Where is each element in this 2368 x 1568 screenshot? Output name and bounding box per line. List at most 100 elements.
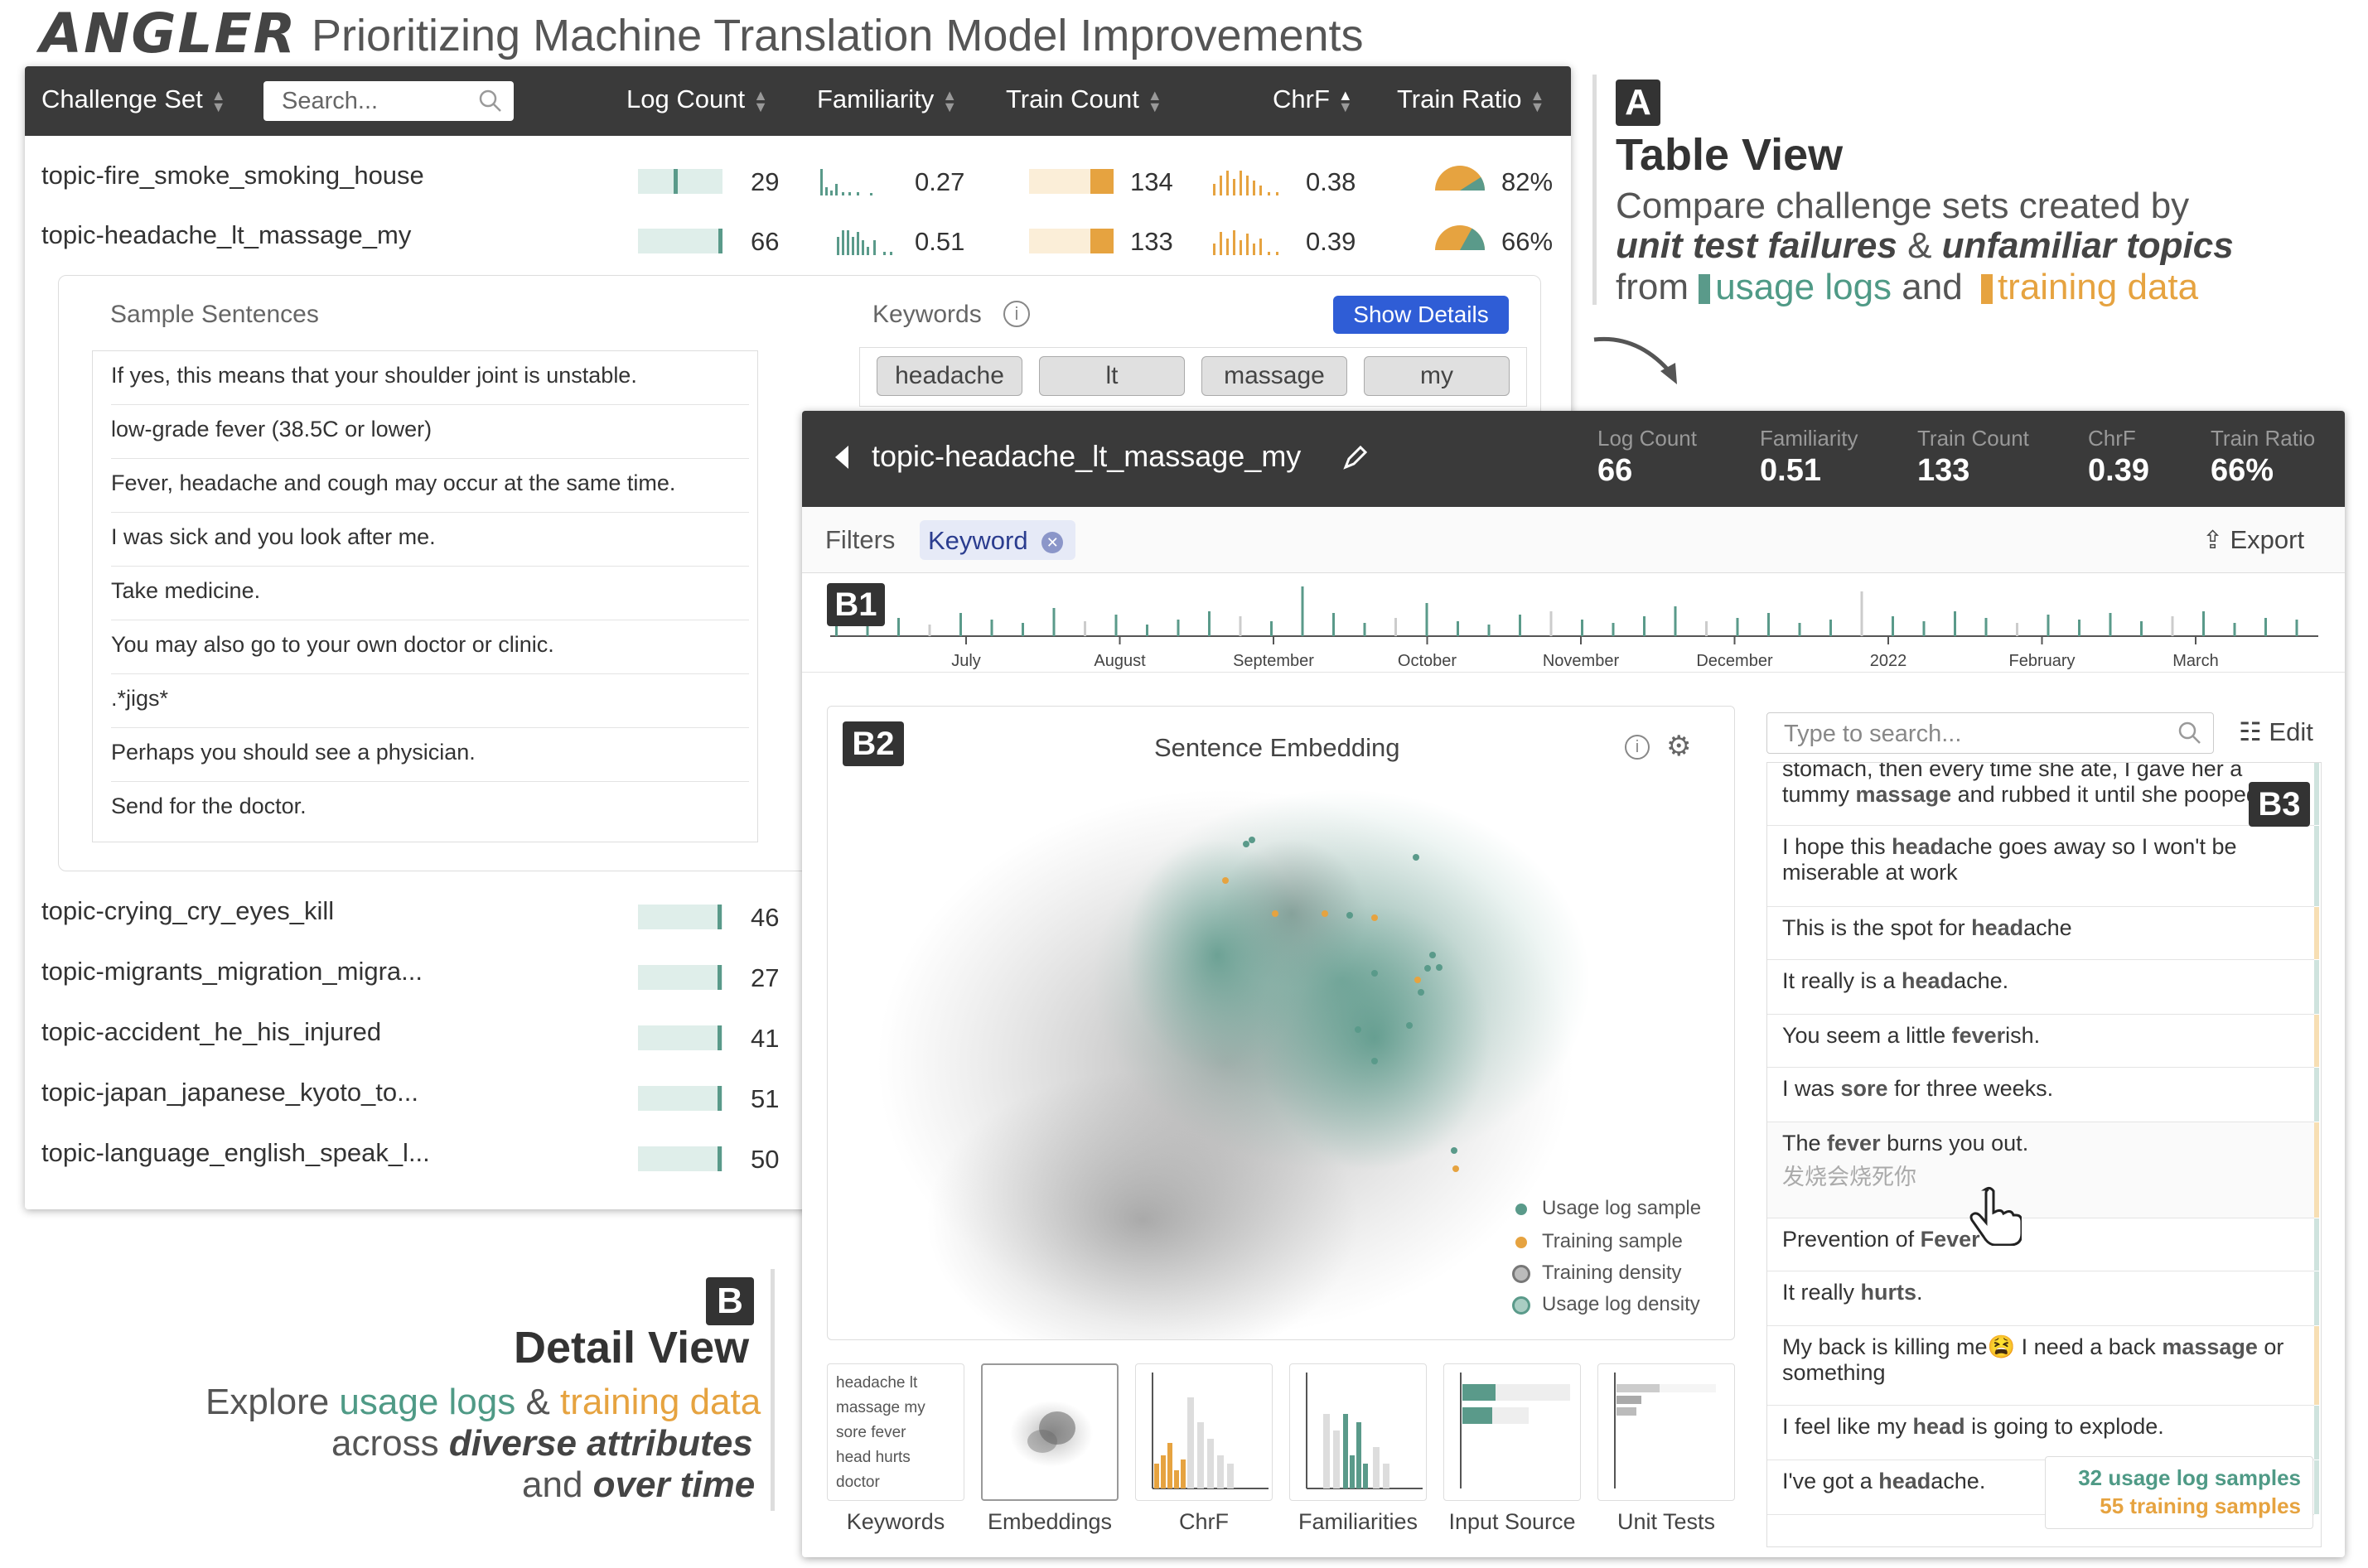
thumb-chrf[interactable]	[1135, 1363, 1273, 1501]
sentence-item[interactable]: It really hurts.	[1767, 1271, 2319, 1326]
detail-title: topic-headache_lt_massage_my	[872, 439, 1302, 473]
annotation-a-title: Table View	[1616, 130, 1844, 180]
legend-training-density: Training density	[1512, 1262, 1682, 1285]
sentence-item-expanded[interactable]: The fever burns you out. 发烧会烧死你	[1767, 1122, 2319, 1218]
back-icon[interactable]	[832, 444, 850, 470]
sample-sentence: You may also go to your own doctor or cl…	[111, 620, 749, 674]
sentence-item[interactable]: My back is killing me😫 I need a back mas…	[1767, 1326, 2319, 1406]
sentence-item[interactable]: Prevention of Fever	[1767, 1218, 2319, 1271]
challenge-search-input[interactable]: Search...	[263, 81, 514, 121]
show-details-button[interactable]: Show Details	[1333, 296, 1509, 334]
sentence-item[interactable]: I hope this headache goes away so I won'…	[1767, 826, 2319, 907]
training-point	[1222, 877, 1229, 884]
timeline-bar	[1922, 621, 1926, 636]
timeline-chart[interactable]: July August September October November Decemb…	[802, 573, 2345, 673]
keyword-chip[interactable]: lt	[1039, 356, 1185, 396]
thumb-familiarities[interactable]	[1289, 1363, 1427, 1501]
thumb-unit-tests[interactable]	[1597, 1363, 1735, 1501]
thumb-keywords[interactable]: headache lt massage my sore fever head h…	[827, 1363, 964, 1501]
search-icon	[2178, 721, 2201, 744]
timeline-bar	[1052, 608, 1056, 636]
gear-icon[interactable]: ⚙	[1666, 730, 1691, 763]
training-count: 55 training samples	[2100, 1493, 2301, 1518]
train-count-marker	[1090, 169, 1114, 194]
table-row[interactable]: topic-fire_smoke_smoking_house 29 0.27 1…	[25, 149, 1571, 209]
detail-header: topic-headache_lt_massage_my Log Count 66…	[802, 411, 2345, 507]
timeline-month-label: July	[951, 652, 981, 670]
header-log-count[interactable]: Log Count ▲ ▼	[626, 84, 768, 114]
thumb-label: Unit Tests	[1617, 1509, 1716, 1534]
annotation-divider	[1592, 75, 1597, 305]
usage-log-point	[1249, 837, 1255, 843]
chrf-histogram	[1213, 166, 1288, 195]
training-point	[1322, 910, 1328, 917]
close-icon[interactable]: ✕	[1041, 531, 1064, 553]
sentence-list[interactable]: stomach, then every time she ate, I gave…	[1766, 762, 2322, 1547]
sentence-item[interactable]: This is the spot for headache	[1767, 907, 2319, 960]
annotation-b-line: across diverse attributes	[331, 1423, 753, 1464]
table-row[interactable]: topic-headache_lt_massage_my 66 0.51 133…	[25, 209, 1571, 268]
embedding-title: Sentence Embedding	[1154, 733, 1400, 762]
header-familiarity[interactable]: Familiarity ▲ ▼	[817, 84, 957, 114]
sentence-item[interactable]: It really is a headache.	[1767, 960, 2319, 1015]
keyword-chip[interactable]: headache	[877, 356, 1022, 396]
edit-button[interactable]: ☷ Edit	[2239, 717, 2313, 747]
usage-log-point	[1413, 854, 1419, 861]
filter-chip-keyword[interactable]: Keyword ✕	[920, 520, 1075, 560]
embedding-panel[interactable]: B2 Sentence Embedding i ⚙ Usage log samp…	[827, 706, 1735, 1340]
train-count-marker	[1090, 229, 1114, 253]
timeline-bar	[2016, 623, 2018, 636]
timeline-bar	[2047, 615, 2050, 636]
edit-pencil-icon[interactable]	[1342, 444, 1369, 470]
sentence-item[interactable]: You seem a little feverish.	[1767, 1015, 2319, 1068]
list-edit-icon: ☷	[2239, 717, 2269, 746]
filters-label: Filters	[825, 525, 896, 554]
export-button[interactable]: ⇪ Export	[2202, 525, 2304, 555]
thumb-label: Keywords	[846, 1509, 945, 1534]
search-icon	[479, 89, 501, 112]
export-icon: ⇪	[2202, 527, 2230, 554]
log-count-value: 50	[751, 1145, 780, 1174]
sentence-item[interactable]: I was sore for three weeks.	[1767, 1068, 2319, 1122]
keywords-label: Keywords	[872, 301, 982, 328]
keyword-chip-list: headache lt massage my	[859, 347, 1527, 407]
stat-familiarity: Familiarity 0.51	[1760, 426, 1858, 488]
sentence-item[interactable]: I feel like my head is going to explode.	[1767, 1406, 2319, 1460]
timeline-bar	[2264, 618, 2267, 636]
familiarity-value: 0.51	[915, 227, 965, 256]
sample-sentence: low-grade fever (38.5C or lower)	[111, 405, 749, 459]
header-challenge-set[interactable]: Challenge Set ▲ ▼	[41, 84, 226, 114]
training-point	[1371, 914, 1378, 921]
header-train-count[interactable]: Train Count ▲ ▼	[1006, 84, 1162, 114]
timeline-bar	[1643, 616, 1646, 636]
keyword-chip[interactable]: my	[1364, 356, 1510, 396]
timeline-bar	[2171, 616, 2174, 636]
training-point	[1272, 910, 1278, 917]
detail-view: topic-headache_lt_massage_my Log Count 66…	[802, 411, 2345, 1557]
timeline-bar	[1177, 620, 1180, 636]
keyword-chip[interactable]: massage	[1201, 356, 1347, 396]
chrf-value: 0.39	[1306, 227, 1356, 256]
sentence-search-input[interactable]: Type to search...	[1766, 712, 2214, 754]
info-icon[interactable]: i	[1003, 301, 1030, 327]
section-badge-a: A	[1616, 80, 1660, 126]
timeline-bar	[928, 625, 931, 636]
challenge-name: topic-accident_he_his_injured	[41, 1017, 382, 1046]
timeline-svg: July August September October November Decemb…	[830, 586, 2318, 670]
usage-log-point	[1371, 1058, 1378, 1064]
header-chrf[interactable]: ChrF ▲ ▼	[1273, 84, 1353, 114]
section-badge-b: B	[706, 1277, 754, 1325]
sentence-item[interactable]: stomach, then every time she ate, I gave…	[1767, 763, 2319, 826]
sample-sentence-list[interactable]: If yes, this means that your shoulder jo…	[92, 350, 758, 842]
info-icon[interactable]: i	[1625, 735, 1650, 760]
thumb-label: Input Source	[1448, 1509, 1576, 1534]
thumb-embeddings[interactable]	[981, 1363, 1119, 1501]
challenge-name: topic-migrants_migration_migra...	[41, 957, 423, 986]
familiarities-thumbnail	[1306, 1373, 1423, 1489]
input-source-thumbnail	[1460, 1373, 1570, 1488]
stat-log-count: Log Count 66	[1597, 426, 1697, 488]
header-train-ratio[interactable]: Train Ratio ▲ ▼	[1397, 84, 1544, 114]
usage-log-point	[1424, 965, 1431, 972]
thumb-input-source[interactable]	[1443, 1363, 1581, 1501]
timeline-bar	[2078, 620, 2080, 636]
